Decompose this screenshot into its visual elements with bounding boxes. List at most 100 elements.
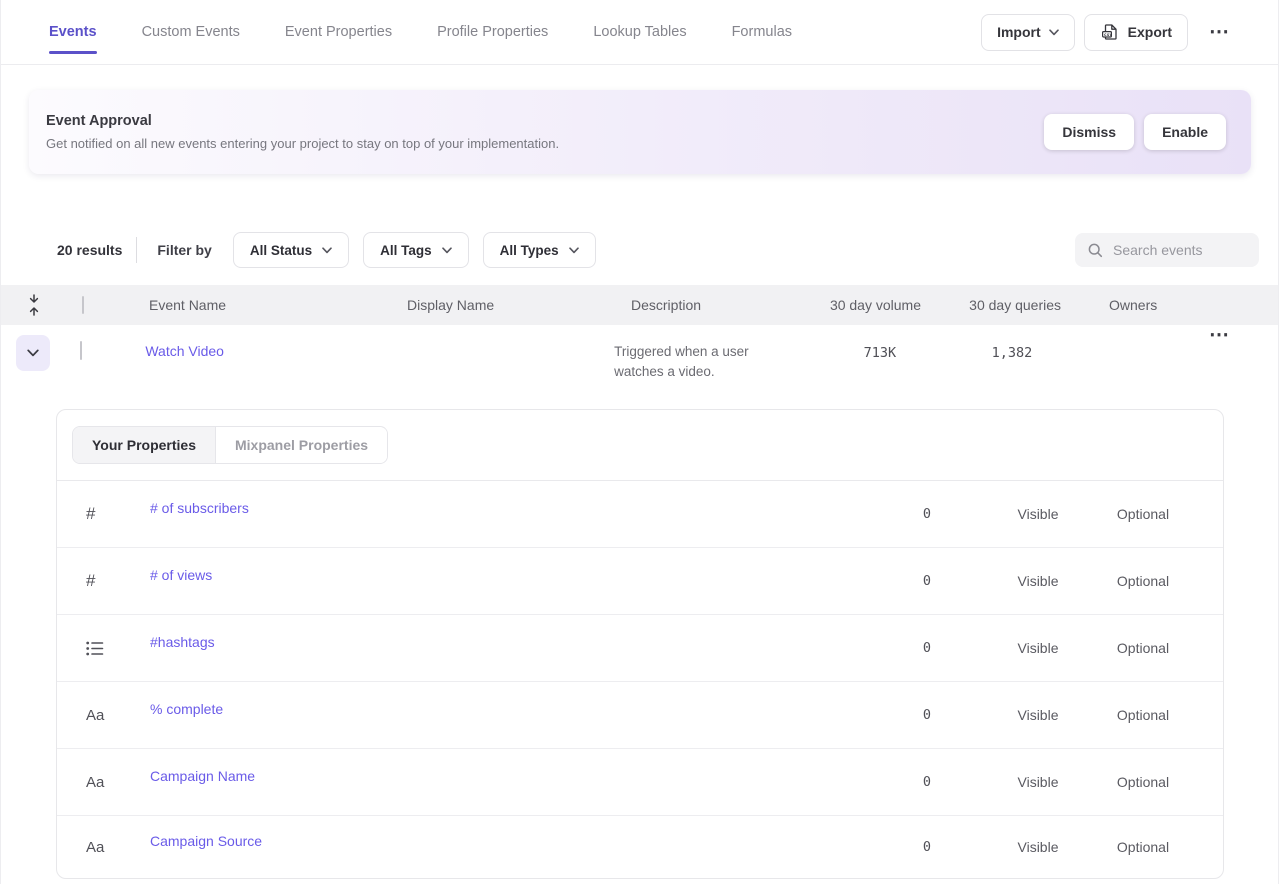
- status-filter-label: All Status: [250, 243, 312, 258]
- select-all-checkbox[interactable]: [82, 296, 84, 314]
- property-name-link[interactable]: #hashtags: [150, 634, 841, 650]
- property-name-link[interactable]: Campaign Source: [150, 833, 841, 849]
- import-button[interactable]: Import: [981, 14, 1075, 51]
- properties-panel: Your Properties Mixpanel Properties # # …: [56, 409, 1224, 879]
- property-visibility[interactable]: Visible: [993, 774, 1083, 790]
- chevron-down-icon: [322, 247, 332, 254]
- column-header-display-name[interactable]: Display Name: [407, 297, 631, 313]
- nav-actions: Import csv Export ⋯: [981, 14, 1236, 51]
- export-button[interactable]: csv Export: [1084, 14, 1188, 51]
- types-filter-dropdown[interactable]: All Types: [483, 232, 596, 268]
- types-filter-label: All Types: [500, 243, 559, 258]
- property-name-link[interactable]: # of views: [150, 567, 841, 583]
- search-input[interactable]: [1113, 242, 1249, 258]
- property-row: #hashtags 0 Visible Optional: [57, 615, 1223, 682]
- property-requirement[interactable]: Optional: [1083, 506, 1203, 522]
- tab-lookup-tables[interactable]: Lookup Tables: [593, 0, 686, 64]
- number-type-icon: #: [86, 504, 95, 524]
- tab-event-properties[interactable]: Event Properties: [285, 0, 392, 64]
- nav-more-menu-icon[interactable]: ⋯: [1203, 22, 1236, 42]
- column-header-owners[interactable]: Owners: [1061, 297, 1229, 313]
- tab-your-properties[interactable]: Your Properties: [73, 427, 216, 463]
- column-header-event-name[interactable]: Event Name: [149, 297, 407, 313]
- filter-by-label: Filter by: [157, 242, 211, 258]
- property-queries-value: 0: [923, 707, 931, 723]
- property-row: Aa Campaign Source 0 Visible Optional: [57, 816, 1223, 878]
- property-queries-value: 0: [923, 506, 931, 522]
- import-label: Import: [997, 24, 1041, 40]
- property-requirement[interactable]: Optional: [1083, 640, 1203, 656]
- top-navigation: Events Custom Events Event Properties Pr…: [1, 0, 1278, 65]
- banner-description: Get notified on all new events entering …: [46, 136, 1034, 151]
- text-type-icon: Aa: [86, 707, 104, 724]
- row-expander-button[interactable]: [16, 335, 50, 371]
- property-queries-value: 0: [923, 573, 931, 589]
- property-visibility[interactable]: Visible: [993, 640, 1083, 656]
- svg-text:csv: csv: [1104, 33, 1113, 38]
- results-count: 20 results: [57, 242, 122, 258]
- property-requirement[interactable]: Optional: [1083, 774, 1203, 790]
- tab-mixpanel-properties[interactable]: Mixpanel Properties: [216, 427, 387, 463]
- row-queries-value: 1,382: [992, 345, 1033, 361]
- row-description: Triggered when a user watches a video.: [614, 342, 786, 382]
- property-row: Aa Campaign Name 0 Visible Optional: [57, 749, 1223, 816]
- chevron-down-icon: [27, 349, 39, 357]
- dismiss-button[interactable]: Dismiss: [1044, 114, 1134, 150]
- property-visibility[interactable]: Visible: [993, 506, 1083, 522]
- property-name-link[interactable]: Campaign Name: [150, 768, 841, 784]
- property-queries-value: 0: [923, 640, 931, 656]
- tab-custom-events[interactable]: Custom Events: [142, 0, 240, 64]
- column-header-queries[interactable]: 30 day queries: [921, 297, 1061, 313]
- tab-formulas[interactable]: Formulas: [732, 0, 792, 64]
- row-checkbox[interactable]: [80, 341, 82, 360]
- text-type-icon: Aa: [86, 839, 104, 856]
- chevron-down-icon: [1049, 29, 1059, 36]
- divider: [136, 237, 137, 263]
- property-visibility[interactable]: Visible: [993, 707, 1083, 723]
- property-requirement[interactable]: Optional: [1083, 839, 1203, 855]
- table-row: Watch Video Triggered when a user watche…: [1, 325, 1278, 397]
- tab-profile-properties[interactable]: Profile Properties: [437, 0, 548, 64]
- collapse-all-icon[interactable]: [27, 294, 41, 316]
- export-label: Export: [1128, 24, 1172, 40]
- row-more-menu-icon[interactable]: ⋯: [1203, 324, 1236, 346]
- banner-title: Event Approval: [46, 113, 1034, 129]
- nav-tabs: Events Custom Events Event Properties Pr…: [49, 0, 792, 64]
- column-header-volume[interactable]: 30 day volume: [821, 297, 921, 313]
- events-table-header: Event Name Display Name Description 30 d…: [1, 285, 1278, 325]
- status-filter-dropdown[interactable]: All Status: [233, 232, 349, 268]
- tags-filter-dropdown[interactable]: All Tags: [363, 232, 469, 268]
- tags-filter-label: All Tags: [380, 243, 432, 258]
- filter-dropdowns: All Status All Tags All Types: [233, 232, 596, 268]
- list-type-icon: [86, 641, 104, 656]
- property-queries-value: 0: [923, 839, 931, 855]
- row-volume-value: 713K: [864, 345, 897, 361]
- text-type-icon: Aa: [86, 774, 104, 791]
- csv-file-icon: csv: [1100, 22, 1120, 42]
- property-row: # # of views 0 Visible Optional: [57, 548, 1223, 615]
- property-requirement[interactable]: Optional: [1083, 573, 1203, 589]
- chevron-down-icon: [442, 247, 452, 254]
- enable-button[interactable]: Enable: [1144, 114, 1226, 150]
- event-approval-banner: Event Approval Get notified on all new e…: [29, 90, 1251, 174]
- search-box[interactable]: [1075, 233, 1259, 267]
- chevron-down-icon: [569, 247, 579, 254]
- properties-panel-header: Your Properties Mixpanel Properties: [57, 410, 1223, 481]
- property-visibility[interactable]: Visible: [993, 573, 1083, 589]
- filter-toolbar: 20 results Filter by All Status All Tags…: [1, 232, 1278, 268]
- properties-tab-group: Your Properties Mixpanel Properties: [72, 426, 388, 464]
- property-name-link[interactable]: % complete: [150, 701, 841, 717]
- property-name-link[interactable]: # of subscribers: [150, 500, 841, 516]
- search-icon: [1087, 242, 1104, 259]
- lexicon-events-page: Events Custom Events Event Properties Pr…: [0, 0, 1279, 884]
- number-type-icon: #: [86, 571, 95, 591]
- property-requirement[interactable]: Optional: [1083, 707, 1203, 723]
- property-queries-value: 0: [923, 774, 931, 790]
- column-header-description[interactable]: Description: [631, 297, 821, 313]
- tab-events[interactable]: Events: [49, 0, 97, 64]
- event-name-link[interactable]: Watch Video: [145, 343, 224, 359]
- banner-text: Event Approval Get notified on all new e…: [46, 113, 1034, 151]
- property-row: # # of subscribers 0 Visible Optional: [57, 481, 1223, 548]
- property-visibility[interactable]: Visible: [993, 839, 1083, 855]
- property-row: Aa % complete 0 Visible Optional: [57, 682, 1223, 749]
